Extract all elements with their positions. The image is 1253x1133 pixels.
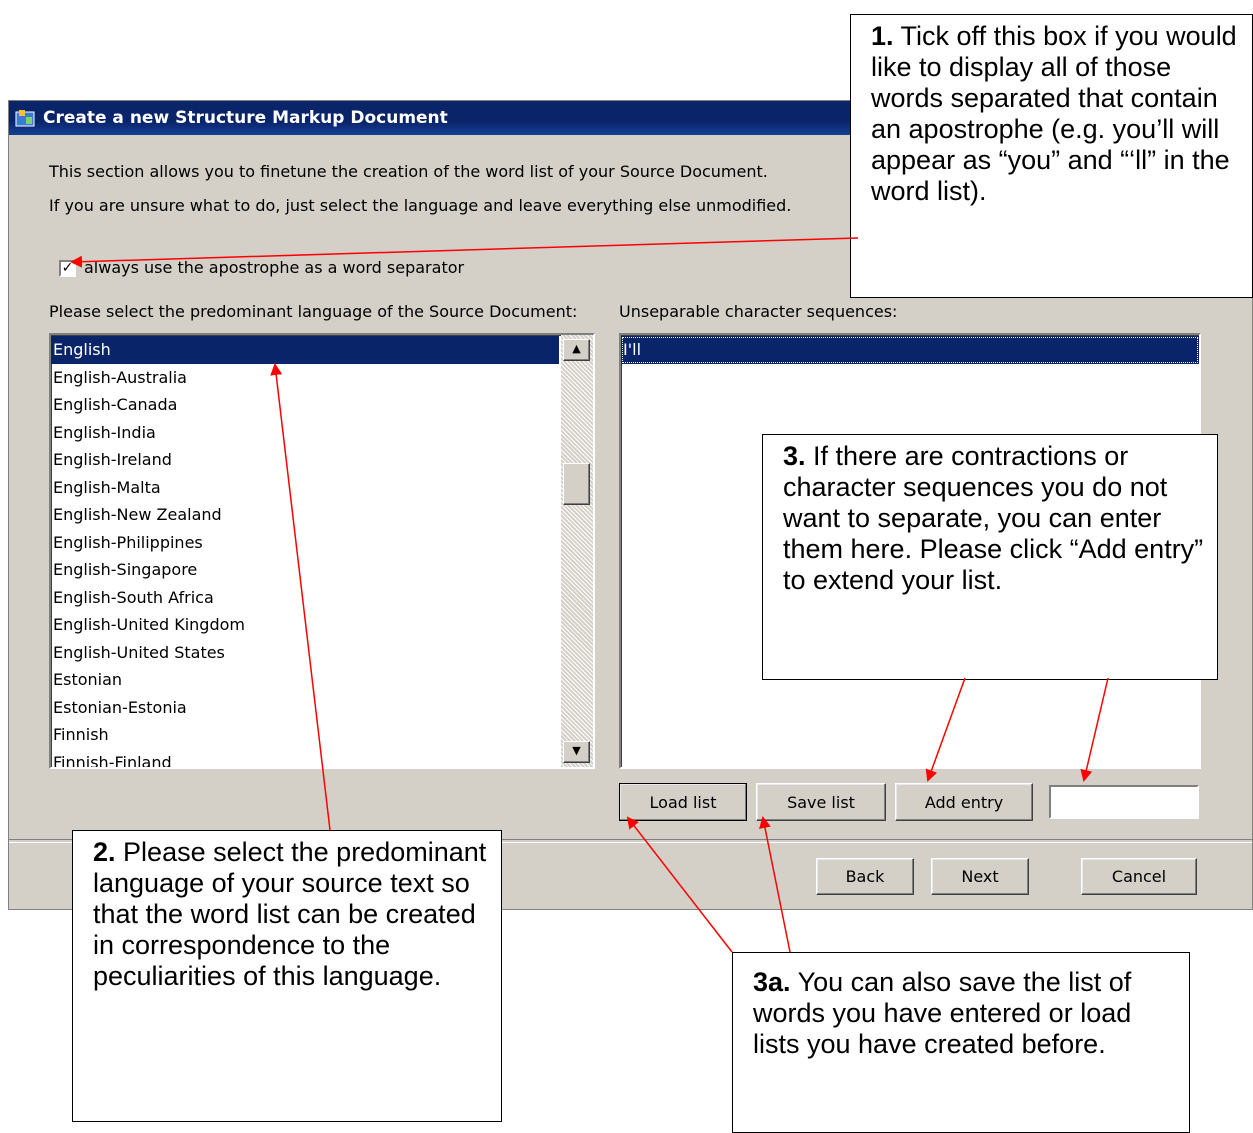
next-button[interactable]: Next	[931, 858, 1029, 895]
callout-2-number: 2.	[93, 837, 116, 867]
intro-line-2: If you are unsure what to do, just selec…	[49, 196, 792, 215]
language-list-label: Please select the predominant language o…	[49, 302, 578, 321]
intro-line-1: This section allows you to finetune the …	[49, 162, 768, 181]
callout-3-text: If there are contractions or character s…	[783, 441, 1204, 595]
list-item[interactable]: Estonian	[51, 666, 559, 694]
back-button[interactable]: Back	[816, 858, 914, 895]
list-item[interactable]: English-South Africa	[51, 584, 559, 612]
load-list-button[interactable]: Load list	[619, 783, 747, 821]
language-item-english[interactable]: English	[51, 336, 559, 364]
scrollbar-thumb[interactable]	[563, 463, 590, 505]
list-item[interactable]: Estonian-Estonia	[51, 694, 559, 722]
list-item[interactable]: English-New Zealand	[51, 501, 559, 529]
callout-3: 3. If there are contractions or characte…	[762, 434, 1218, 680]
callout-3a-text: You can also save the list of words you …	[753, 967, 1132, 1059]
language-listbox[interactable]: English English-Australia English-Canada…	[49, 333, 595, 769]
list-item[interactable]: English-United Kingdom	[51, 611, 559, 639]
callout-2-text: Please select the predominant language o…	[93, 837, 487, 991]
language-list-items: English English-Australia English-Canada…	[51, 336, 559, 768]
callout-1-number: 1.	[871, 21, 894, 51]
scroll-down-arrow-icon[interactable]: ▼	[563, 741, 590, 763]
callout-3a-number: 3a.	[753, 967, 791, 997]
list-item[interactable]: English-Canada	[51, 391, 559, 419]
list-item[interactable]: English-Singapore	[51, 556, 559, 584]
save-list-button[interactable]: Save list	[756, 783, 886, 821]
callout-1-text: Tick off this box if you would like to d…	[871, 21, 1237, 206]
callout-3-number: 3.	[783, 441, 806, 471]
add-entry-button[interactable]: Add entry	[895, 783, 1033, 821]
apostrophe-checkbox-label[interactable]: always use the apostrophe as a word sepa…	[84, 258, 464, 277]
apostrophe-checkbox[interactable]: ✓	[59, 260, 76, 277]
window-title: Create a new Structure Markup Document	[43, 108, 448, 128]
list-item[interactable]: Finnish	[51, 721, 559, 749]
list-item[interactable]: English-United States	[51, 639, 559, 667]
scroll-up-arrow-icon[interactable]: ▲	[563, 339, 590, 361]
callout-3a: 3a. You can also save the list of words …	[732, 952, 1190, 1133]
sequence-item[interactable]: I'll	[621, 336, 1199, 364]
language-scrollbar[interactable]: ▲ ▼	[561, 335, 593, 767]
list-item[interactable]: English-India	[51, 419, 559, 447]
list-item[interactable]: English-Australia	[51, 364, 559, 392]
callout-2: 2. Please select the predominant languag…	[72, 830, 502, 1122]
list-item[interactable]: English-Malta	[51, 474, 559, 502]
entry-input[interactable]	[1049, 785, 1199, 819]
sequences-list-label: Unseparable character sequences:	[619, 302, 898, 321]
app-icon	[15, 110, 35, 127]
list-item[interactable]: English-Philippines	[51, 529, 559, 557]
cancel-button[interactable]: Cancel	[1081, 858, 1197, 895]
callout-1: 1. Tick off this box if you would like t…	[850, 14, 1253, 298]
list-item[interactable]: Finnish-Finland	[51, 749, 559, 768]
list-item[interactable]: English-Ireland	[51, 446, 559, 474]
